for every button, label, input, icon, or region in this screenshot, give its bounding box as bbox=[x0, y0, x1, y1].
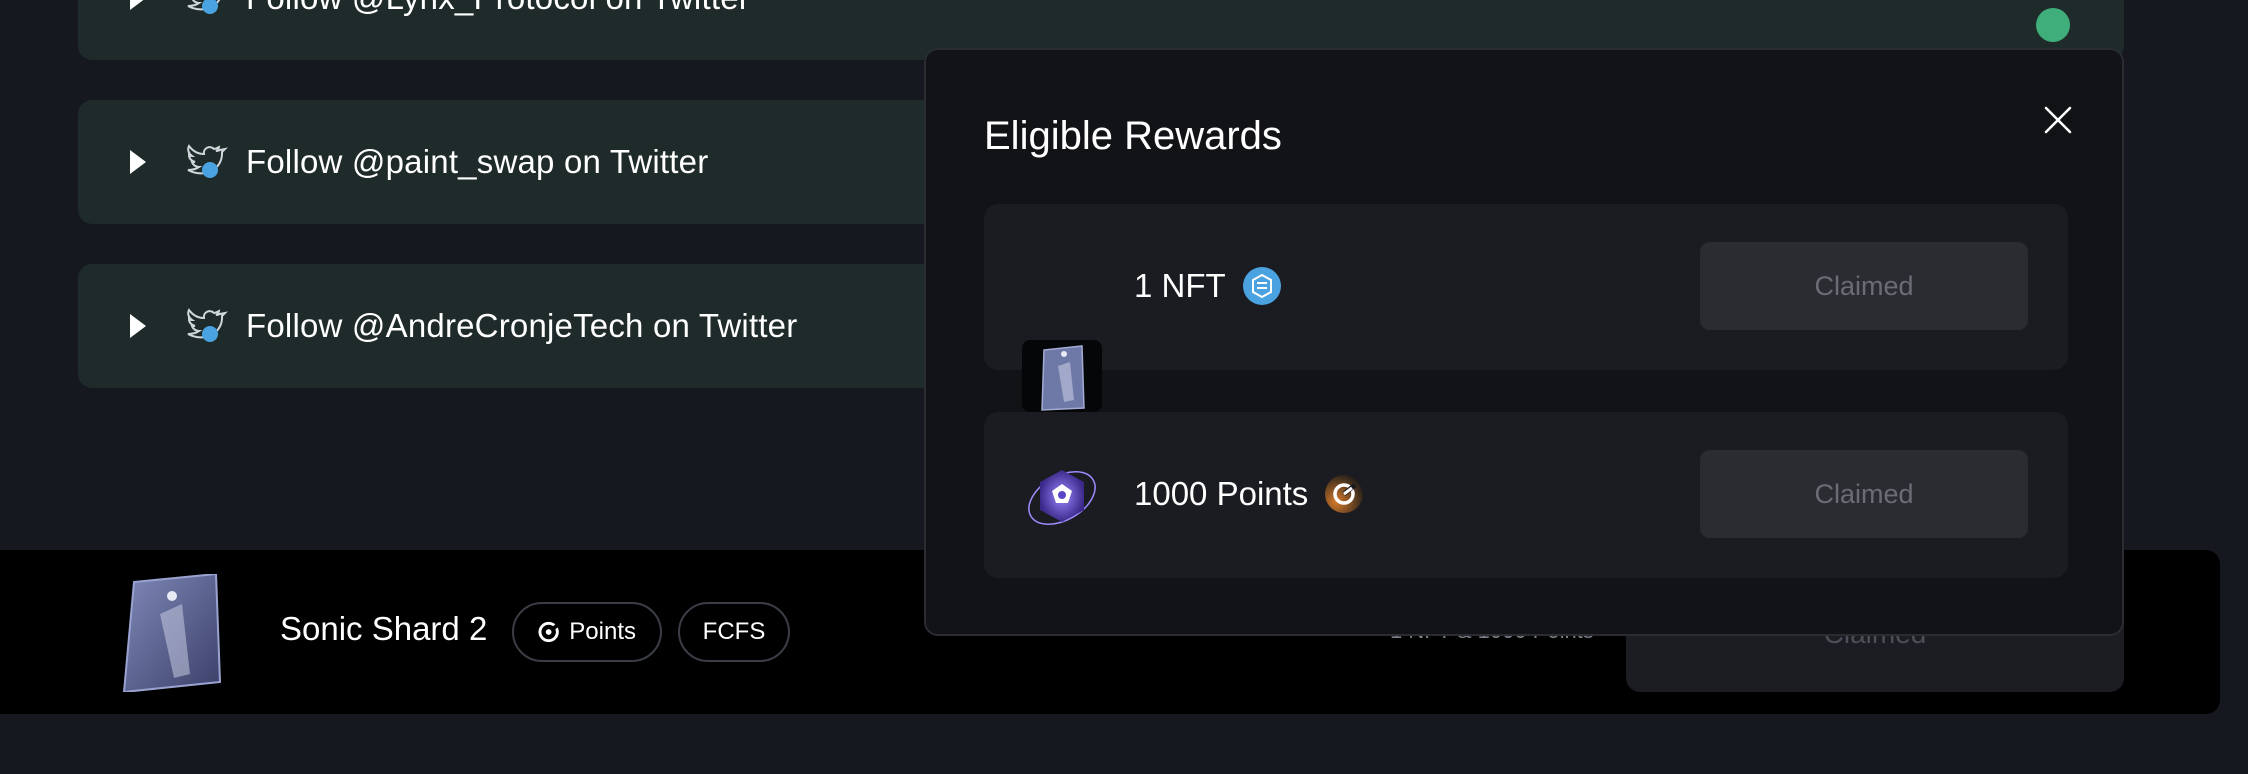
tag-fcfs: FCFS bbox=[678, 602, 790, 662]
task-label: Follow @Lynx_Protocol on Twitter bbox=[246, 0, 750, 17]
twitter-bird-icon bbox=[187, 0, 221, 14]
task-label: Follow @paint_swap on Twitter bbox=[246, 143, 709, 180]
twitter-bird-icon bbox=[187, 308, 228, 342]
reward-label: 1 NFT bbox=[1134, 266, 1282, 306]
points-coin-icon bbox=[1325, 475, 1364, 513]
tag-label: Points bbox=[569, 618, 636, 645]
reward-card-points: 1000 Points Claimed bbox=[984, 412, 2068, 578]
eligible-rewards-modal: Eligible Rewards 1 NFT Claimed 1000 Poin… bbox=[924, 48, 2124, 636]
quest-title: Sonic Shard 2 bbox=[280, 610, 488, 647]
twitter-bird-icon bbox=[187, 144, 228, 178]
reward-claimed-button[interactable]: Claimed bbox=[1700, 450, 2028, 538]
reward-label: 1000 Points bbox=[1134, 474, 1364, 514]
reward-label-text: 1000 Points bbox=[1134, 475, 1309, 512]
nft-thumbnail bbox=[1022, 340, 1102, 412]
points-gem-icon bbox=[1028, 470, 1096, 525]
expand-caret-icon[interactable] bbox=[130, 150, 146, 174]
points-coin-icon bbox=[538, 621, 559, 643]
page: Follow @Lynx_Protocol on Twitter Follow … bbox=[0, 0, 2248, 774]
reward-label-text: 1 NFT bbox=[1134, 267, 1226, 304]
expand-caret-icon[interactable] bbox=[130, 314, 146, 338]
reward-card-nft: 1 NFT Claimed bbox=[984, 204, 2068, 370]
close-button[interactable] bbox=[2030, 92, 2086, 148]
nft-badge-icon bbox=[1242, 267, 1281, 305]
task-label: Follow @AndreCronjeTech on Twitter bbox=[246, 307, 798, 344]
task-status-dot bbox=[2036, 8, 2070, 42]
close-icon[interactable] bbox=[2043, 105, 2073, 135]
expand-caret-icon[interactable] bbox=[130, 0, 146, 10]
tag-label: FCFS bbox=[702, 618, 766, 645]
tag-points: Points bbox=[512, 602, 662, 662]
sonic-shard-thumbnail bbox=[122, 574, 222, 692]
reward-claimed-button[interactable]: Claimed bbox=[1700, 242, 2028, 330]
modal-title: Eligible Rewards bbox=[984, 114, 1282, 158]
